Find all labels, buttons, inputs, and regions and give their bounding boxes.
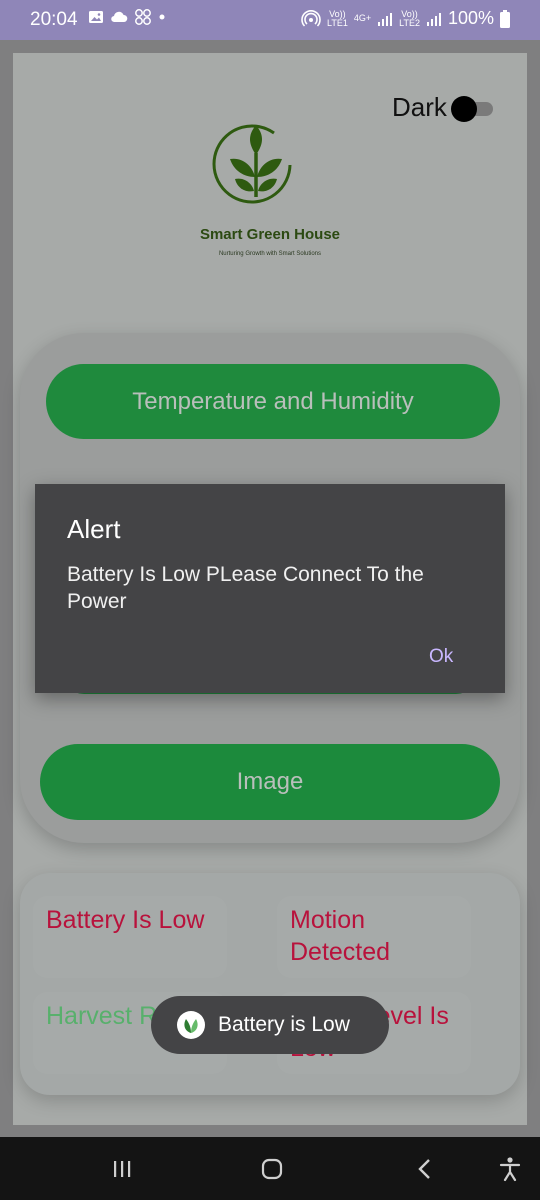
volte2-indicator: Vo)) LTE2	[399, 8, 420, 28]
accessibility-icon	[499, 1156, 521, 1181]
network-type: 4G+	[353, 13, 372, 23]
signal-icon	[426, 12, 441, 26]
image-icon	[89, 11, 103, 23]
dark-mode-toggle-row: Dark	[392, 92, 497, 123]
volte1-indicator: Vo)) LTE1	[327, 8, 348, 28]
brand-title: Smart Green House	[199, 226, 341, 243]
status-tile-motion[interactable]: Motion Detected	[277, 896, 471, 978]
status-right-icons: Vo)) LTE1 4G+ Vo)) LTE2 100%	[301, 8, 510, 29]
dark-mode-label: Dark	[392, 92, 447, 122]
recents-icon	[114, 1160, 131, 1177]
signal-icon	[378, 12, 393, 26]
brand-subtitle: Nurturing Growth with Smart Solutions	[218, 251, 322, 257]
toast-text: Battery is Low	[218, 1013, 350, 1036]
dialog-ok-button[interactable]: Ok	[429, 646, 453, 668]
home-icon	[261, 1158, 283, 1179]
dark-mode-switch[interactable]	[450, 95, 497, 122]
temperature-humidity-button[interactable]: Temperature and Humidity	[46, 364, 500, 439]
battery-percent: 100%	[447, 8, 494, 28]
battery-icon	[500, 9, 510, 28]
back-icon	[418, 1158, 430, 1179]
app-leaf-icon	[177, 1011, 205, 1039]
back-button[interactable]	[395, 1137, 455, 1200]
accessibility-button[interactable]	[480, 1137, 540, 1200]
switch-knob	[450, 95, 477, 122]
status-time: 20:04	[30, 9, 78, 30]
dot-icon	[159, 14, 165, 20]
status-left-icons	[88, 8, 166, 26]
system-nav-bar	[0, 1137, 540, 1200]
smart-green-house-logo	[212, 124, 292, 204]
image-button[interactable]: Image	[40, 744, 500, 820]
status-bar: 20:04 Vo)) LTE1 4G+ Vo)) LTE2 100%	[0, 0, 540, 40]
hotspot-icon	[301, 9, 321, 27]
recents-button[interactable]	[92, 1137, 152, 1200]
status-tile-battery[interactable]: Battery Is Low	[33, 896, 227, 978]
cloud-icon	[111, 11, 128, 23]
grid-icon	[135, 9, 151, 25]
alert-dialog: Alert Battery Is Low PLease Connect To t…	[35, 484, 505, 693]
dialog-title: Alert	[67, 514, 121, 544]
dialog-message: Battery Is Low PLease Connect To the Pow…	[67, 563, 424, 613]
home-button[interactable]	[242, 1137, 302, 1200]
toast: Battery is Low	[151, 996, 389, 1054]
